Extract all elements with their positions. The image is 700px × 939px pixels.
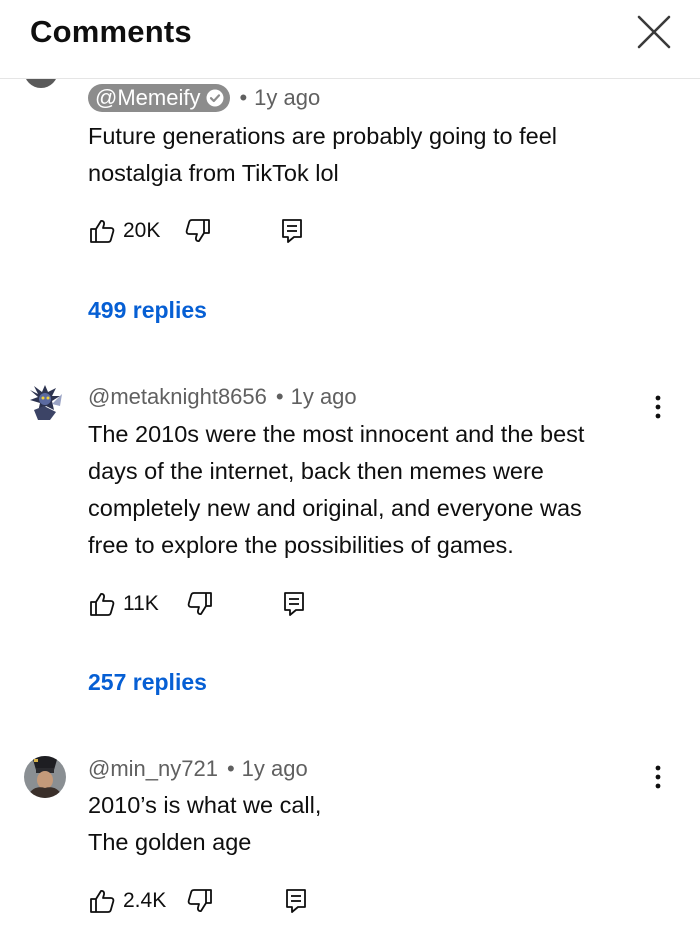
comment-text-line: 2010’s is what we call,	[88, 792, 322, 818]
panel-title: Comments	[30, 14, 192, 49]
comment-meta: @min_ny721 • 1y ago	[88, 756, 308, 782]
separator-dot: •	[275, 384, 284, 409]
like-count: 20K	[123, 219, 161, 242]
like-count: 2.4K	[123, 889, 167, 912]
more-vert-icon[interactable]	[646, 760, 670, 796]
author-name[interactable]: @min_ny721	[88, 756, 218, 782]
comment-time: 1y ago	[254, 85, 321, 110]
comment-actions: 20K	[88, 216, 304, 246]
thumbs-up-icon	[90, 890, 115, 913]
verified-check-icon	[206, 89, 224, 107]
comment-text: 2010’s is what we call, The golden age	[88, 787, 648, 861]
separator-dot: •	[226, 756, 235, 781]
reply-button[interactable]	[280, 217, 304, 245]
close-icon[interactable]	[634, 12, 674, 52]
dislike-button[interactable]	[186, 887, 214, 915]
reply-icon	[283, 592, 304, 616]
dislike-button[interactable]	[186, 590, 214, 618]
comment-meta: @metaknight8656 • 1y ago	[88, 384, 357, 410]
comment-actions: 11K	[88, 589, 306, 619]
comment-text-line: Future generations are probably going to…	[88, 123, 558, 149]
comment-actions: 2.4K	[88, 886, 308, 916]
author-name: @Memeify	[95, 85, 201, 110]
comment-text: Future generations are probably going to…	[88, 118, 648, 192]
like-button[interactable]: 2.4K	[88, 887, 166, 915]
more-vert-icon[interactable]	[646, 390, 670, 426]
like-button[interactable]: 11K	[88, 590, 159, 618]
comment-meta: @Memeify • 1y ago	[88, 84, 320, 112]
reply-icon	[282, 219, 303, 243]
like-count: 11K	[123, 592, 159, 615]
reply-button[interactable]	[282, 590, 306, 618]
reply-button[interactable]	[284, 887, 308, 915]
like-button[interactable]: 20K	[88, 217, 160, 245]
comment-text-line: days of the internet, back then memes we…	[88, 458, 544, 484]
view-replies-link[interactable]: 257 replies	[88, 669, 207, 696]
dislike-button[interactable]	[184, 217, 212, 245]
comment-text-line: The golden age	[88, 829, 252, 855]
view-replies-link[interactable]: 499 replies	[88, 297, 207, 324]
author-name[interactable]: @metaknight8656	[88, 384, 267, 410]
thumbs-down-icon	[187, 592, 212, 615]
separator-dot: •	[239, 85, 248, 110]
comment-text-line: The 2010s were the most innocent and the…	[88, 421, 585, 447]
comments-panel: Comments @Memeify • 1y ago Future genera…	[0, 0, 700, 939]
author-pill[interactable]: @Memeify	[88, 84, 231, 112]
comment-time: 1y ago	[241, 756, 308, 781]
reply-icon	[286, 889, 307, 913]
thumbs-up-icon	[90, 593, 115, 616]
thumbs-up-icon	[90, 220, 115, 243]
comment-text: The 2010s were the most innocent and the…	[88, 416, 648, 564]
comment-text-line: free to explore the possibilities of gam…	[88, 532, 514, 558]
comment-text-line: nostalgia from TikTok lol	[88, 160, 339, 186]
comment-time: 1y ago	[290, 384, 357, 409]
avatar[interactable]	[24, 756, 66, 798]
avatar[interactable]	[24, 382, 66, 424]
comment-text-line: completely new and original, and everyon…	[88, 495, 582, 521]
thumbs-down-icon	[187, 889, 213, 912]
avatar[interactable]	[24, 78, 58, 88]
comments-header: Comments	[0, 0, 700, 79]
thumbs-down-icon	[186, 219, 211, 242]
